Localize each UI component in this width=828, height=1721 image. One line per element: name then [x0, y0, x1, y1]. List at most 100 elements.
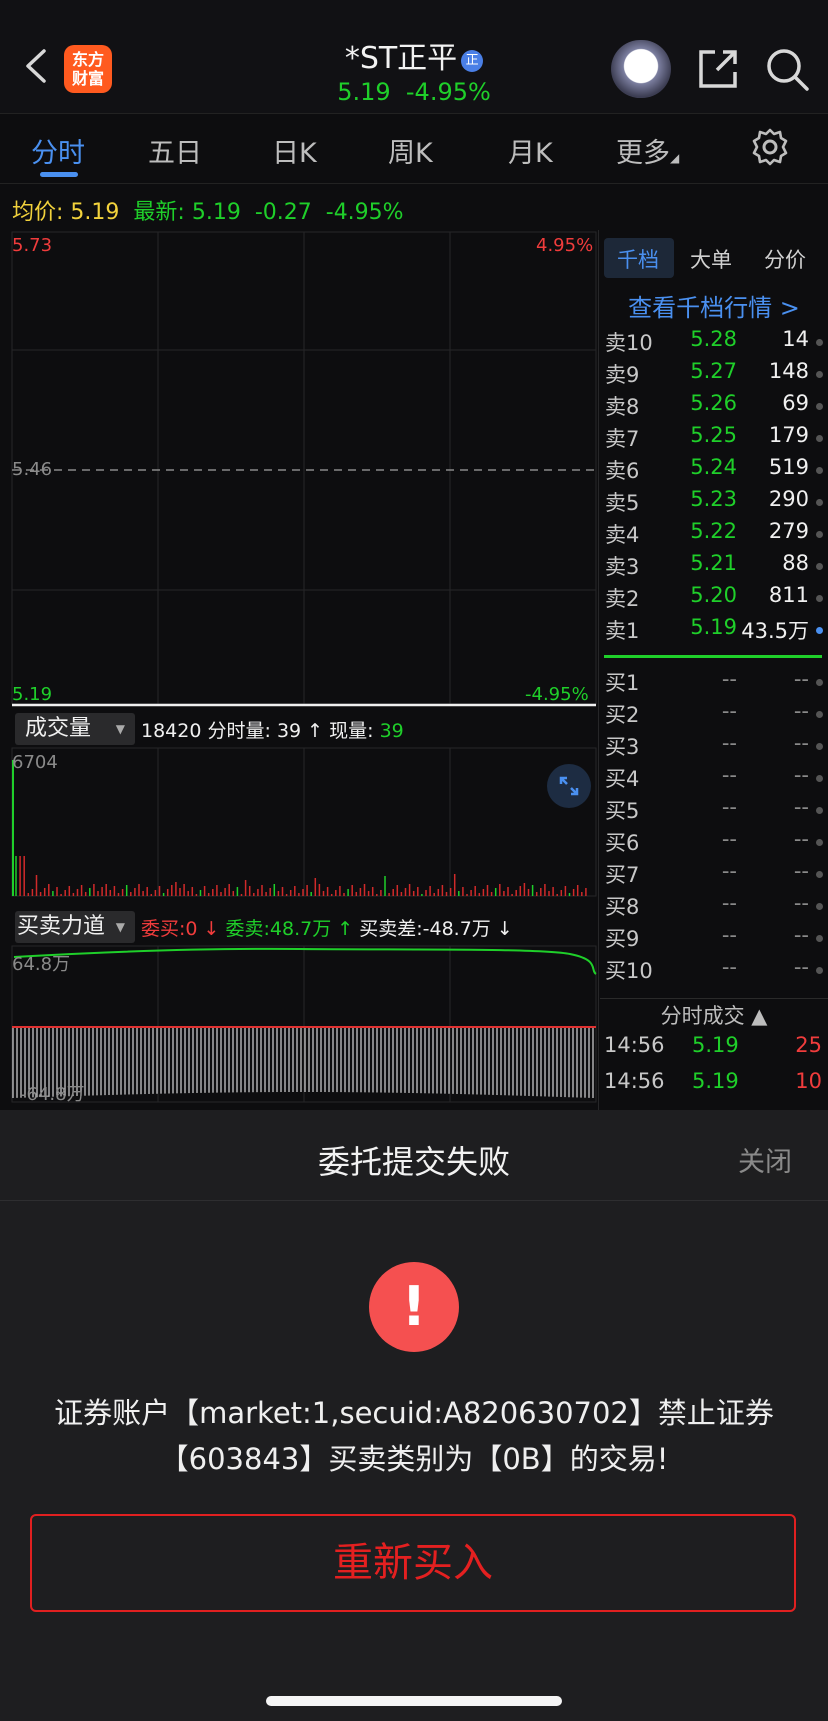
- ask-row[interactable]: 卖10 5.28 14: [605, 327, 823, 359]
- trades-title[interactable]: 分时成交 ▲: [600, 1000, 828, 1030]
- volume-max-label: 6704: [12, 752, 58, 773]
- dropdown-icon: ▼: [115, 722, 125, 736]
- price-info-line: 均价: 5.19 最新: 5.19 -0.27 -4.95%: [12, 194, 404, 226]
- trade-qty: 10: [795, 1069, 822, 1093]
- trades-divider: [600, 998, 828, 999]
- bid-row[interactable]: 买5 -- --: [605, 795, 823, 827]
- rebuy-button[interactable]: 重新买入: [30, 1514, 796, 1612]
- level-qty: --: [793, 763, 809, 787]
- level-price: 5.26: [690, 391, 737, 415]
- force-diff-label: 买卖差:-48.7万 ↓: [359, 918, 513, 940]
- level-label: 卖8: [605, 395, 640, 419]
- level-price: --: [721, 699, 737, 723]
- bid-row[interactable]: 买2 -- --: [605, 699, 823, 731]
- bid-row[interactable]: 买1 -- --: [605, 667, 823, 699]
- trade-time: 14:56: [604, 1069, 665, 1093]
- ask-row[interactable]: 卖3 5.21 88: [605, 551, 823, 583]
- level-price: --: [721, 731, 737, 755]
- level-label: 买5: [605, 799, 640, 823]
- change-pct: -4.95%: [325, 200, 404, 225]
- tab-weekly-k[interactable]: 周K: [388, 131, 433, 170]
- tab-five-day[interactable]: 五日: [148, 131, 202, 170]
- tab-depth[interactable]: 千档: [617, 244, 659, 274]
- level-qty: 148: [768, 359, 809, 383]
- ask-row[interactable]: 卖4 5.22 279: [605, 519, 823, 551]
- error-message-line1: 证券账户【market:1,secuid:A820630702】禁止证券: [54, 1396, 774, 1430]
- price-bottom-label: 5.19: [12, 684, 53, 705]
- level-price: 5.24: [690, 455, 737, 479]
- error-message: 证券账户【market:1,secuid:A820630702】禁止证券 【60…: [20, 1390, 808, 1482]
- tab-more-label: 更多: [616, 138, 670, 169]
- panel-divider: [598, 230, 599, 1110]
- level-dot-icon: [816, 807, 823, 814]
- level-label: 卖5: [605, 491, 640, 515]
- level-qty: --: [793, 827, 809, 851]
- pct-bottom-label: -4.95%: [525, 684, 589, 705]
- ask-force-line: [13, 947, 597, 975]
- level-dot-icon: [816, 403, 823, 410]
- level-label: 卖2: [605, 587, 640, 611]
- change-value: -0.27: [254, 200, 312, 225]
- tab-big-order[interactable]: 大单: [690, 244, 732, 274]
- ask-row[interactable]: 卖1 5.19 43.5万: [605, 615, 823, 647]
- ask-row[interactable]: 卖7 5.25 179: [605, 423, 823, 455]
- bid-row[interactable]: 买6 -- --: [605, 827, 823, 859]
- tab-price-dist[interactable]: 分价: [764, 244, 806, 274]
- close-button[interactable]: 关闭: [738, 1140, 792, 1179]
- tab-daily-k[interactable]: 日K: [272, 131, 317, 170]
- bid-row[interactable]: 买10 -- --: [605, 955, 823, 987]
- intraday-chart[interactable]: [0, 230, 600, 1110]
- level-qty: 279: [768, 519, 809, 543]
- bid-row[interactable]: 买7 -- --: [605, 859, 823, 891]
- view-depth-link[interactable]: 查看千档行情 >: [600, 288, 828, 323]
- level-price: --: [721, 923, 737, 947]
- bid-row[interactable]: 买9 -- --: [605, 923, 823, 955]
- volume-indicator-select[interactable]: 成交量 ▼: [15, 713, 135, 745]
- tab-more[interactable]: 更多◢: [616, 131, 679, 170]
- level-label: 卖1: [605, 619, 640, 643]
- volume-stats: 18420 分时量: 39 ↑ 现量: 39: [141, 720, 404, 742]
- level-price: 5.25: [690, 423, 737, 447]
- expand-icon[interactable]: [547, 764, 591, 808]
- gear-icon[interactable]: [750, 127, 790, 167]
- level-price: 5.21: [690, 551, 737, 575]
- level-label: 卖4: [605, 523, 640, 547]
- share-icon[interactable]: [697, 48, 741, 90]
- level-dot-icon: [816, 627, 823, 634]
- force-bars: [12, 1027, 594, 1098]
- search-icon[interactable]: [764, 46, 810, 92]
- bid-row[interactable]: 买8 -- --: [605, 891, 823, 923]
- level-dot-icon: [816, 711, 823, 718]
- ask-row[interactable]: 卖2 5.20 811: [605, 583, 823, 615]
- level-dot-icon: [816, 563, 823, 570]
- level-price: --: [721, 891, 737, 915]
- assistant-avatar[interactable]: [611, 40, 671, 98]
- price-mid-label: 5.46: [12, 459, 53, 480]
- current-volume-label: 现量:: [329, 720, 374, 742]
- tab-monthly-k[interactable]: 月K: [508, 131, 553, 170]
- level-price: 5.23: [690, 487, 737, 511]
- ask-row[interactable]: 卖6 5.24 519: [605, 455, 823, 487]
- level-price: --: [721, 667, 737, 691]
- level-qty: 43.5万: [741, 619, 809, 643]
- level-qty: 290: [768, 487, 809, 511]
- force-indicator-select[interactable]: 买卖力道 ▼: [15, 911, 135, 943]
- bid-force-label: 委买:0 ↓: [141, 918, 220, 940]
- level-dot-icon: [816, 775, 823, 782]
- ask-row[interactable]: 卖5 5.23 290: [605, 487, 823, 519]
- volume-grid: [11, 747, 597, 897]
- level-qty: 519: [768, 455, 809, 479]
- level-price: 5.28: [690, 327, 737, 351]
- tab-intraday[interactable]: 分时: [31, 131, 85, 170]
- level-qty: --: [793, 667, 809, 691]
- ask-row[interactable]: 卖8 5.26 69: [605, 391, 823, 423]
- bid-row[interactable]: 买4 -- --: [605, 763, 823, 795]
- ask-row[interactable]: 卖9 5.27 148: [605, 359, 823, 391]
- level-price: --: [721, 763, 737, 787]
- force-bottom-label: -64.8万: [20, 1084, 85, 1105]
- dropdown-icon: ▼: [115, 920, 125, 934]
- level-dot-icon: [816, 595, 823, 602]
- bid-row[interactable]: 买3 -- --: [605, 731, 823, 763]
- level-dot-icon: [816, 935, 823, 942]
- alert-icon: !: [369, 1262, 459, 1352]
